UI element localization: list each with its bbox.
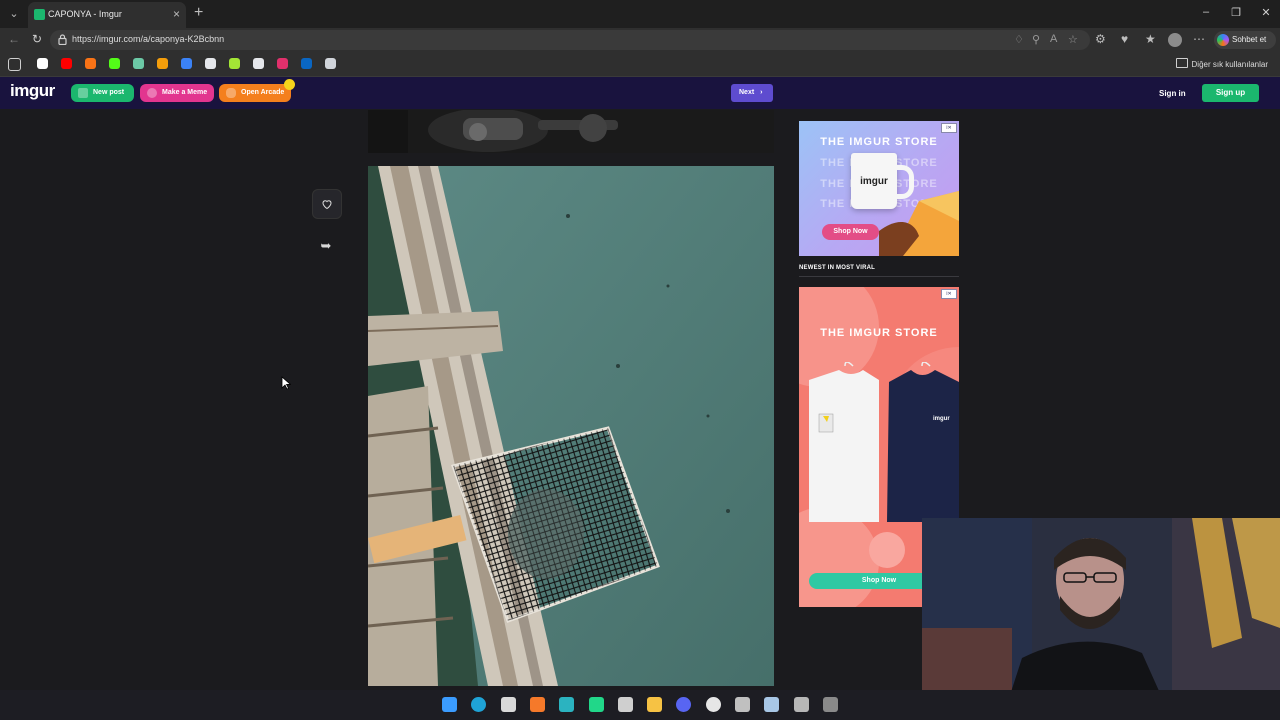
next-label: Next (739, 89, 755, 96)
post-image-fishing-net[interactable] (368, 166, 774, 686)
ad1-title: THE IMGUR STORE (820, 136, 938, 148)
folder-label: Diğer sık kullanılanlar (1191, 60, 1268, 69)
taskbar-app-q-icon[interactable] (618, 697, 633, 712)
sign-up-button[interactable]: Sign up (1202, 84, 1259, 102)
new-post-button[interactable]: New post (71, 84, 134, 102)
bookmark-circle-icon[interactable] (157, 58, 168, 69)
translate-icon[interactable]: ♢ (1014, 33, 1024, 46)
arcade-badge-icon (284, 79, 295, 90)
taskbar-steam-icon[interactable] (764, 697, 779, 712)
bookmark-kick-icon[interactable] (109, 58, 120, 69)
taskbar-discord-icon[interactable] (676, 697, 691, 712)
imgur-header: imgur New post Make a Meme Open Arcade N… (0, 77, 1280, 109)
make-meme-label: Make a Meme (162, 89, 208, 96)
extension-icon[interactable]: ⚙ (1095, 32, 1106, 46)
back-arrow-icon[interactable]: ← (8, 32, 20, 46)
browser-toolbar: ← ↻ https://imgur.com/a/caponya-K2Bcbnn … (0, 28, 1280, 52)
browser-tab-bar: ⌄ CAPONYA - Imgur × + – ❐ ✕ (0, 0, 1280, 28)
share-arrow-icon[interactable]: ➥ (312, 232, 340, 260)
ad-choices-icon[interactable]: i✕ (941, 289, 957, 299)
restore-icon[interactable]: ❐ (1230, 6, 1242, 19)
taskbar-pycharm-icon[interactable] (589, 697, 604, 712)
favorites-icon[interactable]: ★ (1145, 32, 1156, 46)
windows-taskbar (0, 690, 1280, 720)
post-image-previous[interactable] (368, 110, 774, 153)
plus-icon (78, 88, 88, 98)
bookmarks-bar: Diğer sık kullanılanlar (0, 52, 1280, 77)
taskbar-blender-icon[interactable] (530, 697, 545, 712)
taskbar-app-clock-icon[interactable] (735, 697, 750, 712)
divider (799, 276, 959, 277)
tab-title: CAPONYA - Imgur (48, 9, 122, 19)
taskbar-file-explorer-icon[interactable] (647, 697, 662, 712)
open-arcade-label: Open Arcade (241, 89, 285, 96)
refresh-icon[interactable]: ↻ (32, 32, 42, 46)
bookmark-grid-icon[interactable] (229, 58, 240, 69)
zoom-icon[interactable]: ⚲ (1032, 33, 1040, 46)
bookmark-star-icon[interactable] (85, 58, 96, 69)
browser-tab[interactable]: CAPONYA - Imgur × (28, 2, 186, 28)
bookmark-youtube-icon[interactable] (61, 58, 72, 69)
taskbar-app-muza-icon[interactable] (823, 697, 838, 712)
sign-in-link[interactable]: Sign in (1159, 89, 1186, 98)
tab-close-icon[interactable]: × (173, 7, 180, 21)
bookmark-chatgpt-icon[interactable] (325, 58, 336, 69)
bookmark-copyright-icon[interactable] (205, 58, 216, 69)
favorite-heart-icon[interactable] (312, 189, 342, 219)
favorite-star-icon[interactable]: ☆ (1068, 33, 1078, 46)
read-aloud-icon[interactable]: A (1050, 33, 1057, 45)
bookmark-instagram-icon[interactable] (277, 58, 288, 69)
meme-icon (147, 88, 157, 98)
next-button[interactable]: Next › (731, 84, 773, 102)
taskbar-windows-icon[interactable] (442, 697, 457, 712)
chevron-right-icon: › (760, 89, 763, 96)
taskbar-edge-icon[interactable] (471, 697, 486, 712)
folder-icon (1175, 58, 1188, 68)
bookmark-linkedin-icon[interactable] (301, 58, 312, 69)
taskbar-app-m-icon[interactable] (559, 697, 574, 712)
url-text: https://imgur.com/a/caponya-K2Bcbnn (72, 34, 225, 44)
ad1-shop-now-button[interactable]: Shop Now (822, 224, 879, 240)
browser-essentials-icon[interactable]: ♥ (1121, 32, 1128, 46)
close-window-icon[interactable]: ✕ (1260, 6, 1272, 19)
site-info-icon[interactable] (58, 34, 67, 45)
bookmark-google-icon[interactable] (37, 58, 48, 69)
mouse-cursor-icon (281, 376, 291, 390)
ad2-bubble (869, 532, 905, 568)
taskbar-app-game-icon[interactable] (794, 697, 809, 712)
bookmarks-manager-icon[interactable] (8, 58, 21, 71)
new-post-label: New post (93, 89, 125, 96)
newest-most-viral-label: NEWEST IN MOST VIRAL (799, 265, 875, 271)
copilot-label: Sohbet et (1232, 35, 1267, 44)
imgur-logo[interactable]: imgur (10, 81, 55, 101)
minimize-icon[interactable]: – (1200, 6, 1212, 19)
taskbar-app-a-icon[interactable] (501, 697, 516, 712)
other-favorites-folder[interactable]: Diğer sık kullanılanlar (1175, 58, 1268, 69)
shirt-label: imgur (933, 416, 950, 422)
copilot-icon (1217, 34, 1229, 46)
profile-avatar-icon[interactable] (1168, 33, 1182, 47)
make-meme-button[interactable]: Make a Meme (140, 84, 214, 102)
taskbar-obs-icon[interactable] (706, 697, 721, 712)
open-arcade-button[interactable]: Open Arcade (219, 84, 291, 102)
window-controls: – ❐ ✕ (1200, 6, 1272, 19)
bookmark-triangle-icon[interactable] (181, 58, 192, 69)
bookmark-notion-icon[interactable] (253, 58, 264, 69)
imgur-store-ad-mug[interactable]: i✕ THE IMGUR STORE THE IMGUR STORE THE I… (799, 121, 959, 256)
ad2-title: THE IMGUR STORE (820, 327, 938, 339)
address-bar[interactable]: https://imgur.com/a/caponya-K2Bcbnn ♢ ⚲ … (50, 30, 1090, 50)
tab-actions-chevron-icon[interactable]: ⌄ (4, 4, 24, 24)
mug-label: imgur (860, 176, 888, 187)
imgur-favicon-icon (34, 9, 45, 20)
tshirts-graphic (809, 362, 959, 522)
mug-handle (895, 165, 914, 199)
gamepad-icon (226, 88, 236, 98)
more-menu-icon[interactable]: ⋯ (1193, 32, 1205, 46)
ad-choices-icon[interactable]: i✕ (941, 123, 957, 133)
new-tab-plus-icon[interactable]: + (194, 4, 203, 22)
copilot-button[interactable]: Sohbet et (1214, 31, 1276, 49)
bookmark-maps-icon[interactable] (133, 58, 144, 69)
